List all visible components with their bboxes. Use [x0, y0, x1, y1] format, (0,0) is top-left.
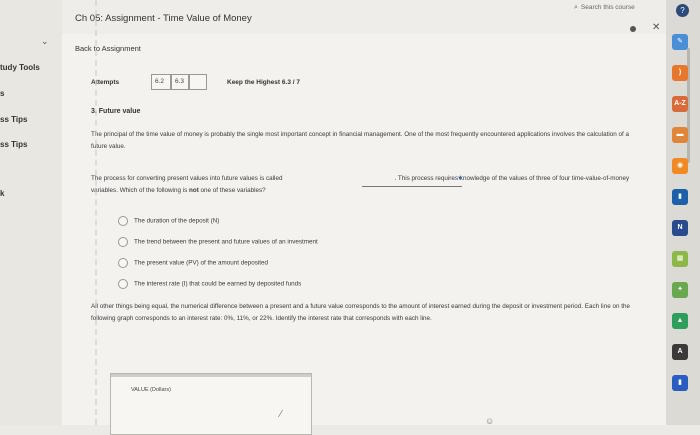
green-icon[interactable]: ▦: [672, 251, 688, 267]
sidebar-item-tips-2[interactable]: ss Tips: [0, 140, 27, 149]
option-label: The present value (PV) of the amount dep…: [134, 259, 269, 267]
process-text-end: one of these variables?: [198, 187, 266, 194]
az-icon[interactable]: A-Z: [672, 96, 688, 112]
circle-icon[interactable]: ◉: [672, 158, 688, 174]
sidebar-item-5[interactable]: k: [0, 189, 4, 198]
page-title: Ch 05: Assignment - Time Value of Money: [75, 13, 252, 24]
graph-y-axis-label: VALUE (Dollars): [131, 387, 171, 393]
interest-graph[interactable]: [110, 373, 312, 435]
back-to-assignment-link[interactable]: Back to Assignment: [75, 44, 141, 53]
answer-option[interactable]: The trend between the present and future…: [118, 237, 318, 247]
close-icon[interactable]: ✕: [652, 22, 660, 33]
bookmark-icon[interactable]: ▮: [672, 189, 688, 205]
app-dock: [666, 0, 700, 425]
drive-icon[interactable]: ▲: [672, 313, 688, 329]
puzzle-icon[interactable]: ✦: [672, 282, 688, 298]
option-label: The trend between the present and future…: [134, 238, 318, 246]
radio-button[interactable]: [118, 237, 128, 247]
keep-highest-label: Keep the Highest 6.3 / 7: [227, 79, 300, 86]
radio-button[interactable]: [118, 216, 128, 226]
process-not: not: [189, 187, 199, 194]
screen-reflection-line: [95, 0, 97, 425]
notes-icon[interactable]: N: [672, 220, 688, 236]
ext-orange-icon[interactable]: ▬: [672, 127, 688, 143]
calendar-icon[interactable]: ▮: [672, 375, 688, 391]
help-icon[interactable]: ?: [676, 4, 689, 17]
sidebar-item-study-tools[interactable]: tudy Tools: [0, 63, 40, 72]
process-text-before: The process for converting present value…: [91, 175, 283, 182]
intro-paragraph: The principal of the time value of money…: [91, 131, 629, 150]
search-icon: ⌕: [574, 4, 578, 11]
answer-option[interactable]: The interest rate (I) that could be earn…: [118, 279, 301, 289]
option-label: The interest rate (I) that could be earn…: [134, 280, 302, 288]
info-icon[interactable]: [630, 26, 636, 32]
radio-button[interactable]: [118, 258, 128, 268]
attempt-score-empty: [189, 74, 207, 90]
question-title: 3. Future value: [91, 108, 141, 115]
header-bar: Ch 05: Assignment - Time Value of Money …: [62, 0, 666, 34]
ext-a-icon[interactable]: A: [672, 344, 688, 360]
attempt-score-1: 6.2: [151, 74, 171, 90]
graph-top-border: [111, 374, 311, 377]
search-input[interactable]: ⌕ Search this course: [574, 4, 635, 12]
sidebar-item-2[interactable]: s: [0, 89, 4, 98]
answer-option[interactable]: The duration of the deposit (N): [118, 216, 219, 226]
answer-dropdown[interactable]: [362, 180, 462, 187]
sidebar-item-tips-1[interactable]: ss Tips: [0, 115, 27, 124]
graph-line-mark: ⁄: [280, 409, 282, 420]
answer-option[interactable]: The present value (PV) of the amount dep…: [118, 258, 268, 268]
option-label: The duration of the deposit (N): [134, 217, 220, 225]
chevron-down-icon[interactable]: ⌄: [41, 36, 49, 47]
attempt-score-2: 6.3: [171, 74, 189, 90]
rss-icon[interactable]: ): [672, 65, 688, 81]
assignment-content: Ch 05: Assignment - Time Value of Money …: [62, 0, 666, 435]
pen-icon[interactable]: ✎: [672, 34, 688, 50]
study-tools-panel: ⌄ tudy Tools s ss Tips ss Tips k: [0, 0, 62, 425]
radio-button[interactable]: [118, 279, 128, 289]
search-placeholder: Search this course: [580, 4, 635, 11]
process-paragraph: The process for converting present value…: [91, 173, 631, 197]
chevron-down-icon[interactable]: ▼: [457, 176, 463, 182]
graph-instructions: All other things being equal, the numeri…: [91, 303, 630, 322]
